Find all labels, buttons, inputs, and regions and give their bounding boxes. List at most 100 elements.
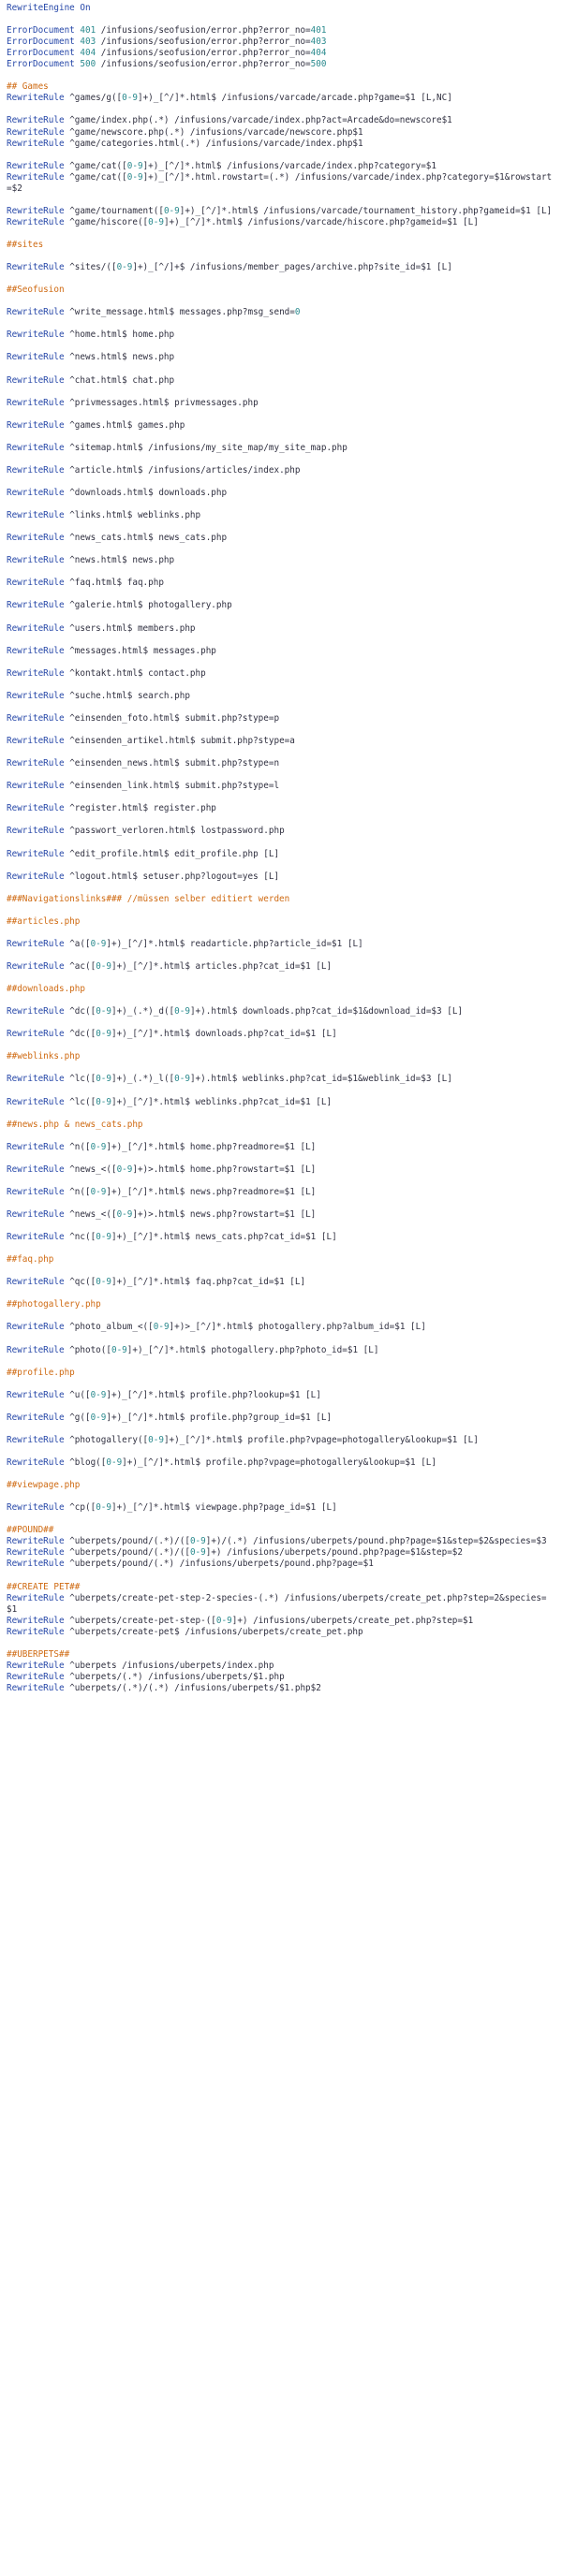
comment-line: ##weblinks.php (7, 1051, 555, 1062)
blank-line: ​ (7, 1514, 555, 1525)
code-comment: ##weblinks.php (7, 1051, 81, 1062)
code-text: ^news.html$ news.php (69, 555, 175, 566)
code-number: 0-9 (215, 1615, 232, 1626)
code-number: 0 (294, 307, 301, 318)
code-number: 0-9 (174, 1074, 190, 1085)
code-keyword: RewriteRule (7, 205, 65, 216)
htaccess-code-view: RewriteEngine On ​ ErrorDocument 401 /infu… (0, 0, 562, 1694)
code-text: ^messages.html$ messages.php (69, 645, 216, 656)
code-number: 403 (310, 37, 327, 48)
code-text: ^uberpets/(.*)/(.*) /infusions/uberpets/… (69, 1682, 321, 1693)
blank-line: ​ (7, 1108, 555, 1120)
directive-line: RewriteRule ^photo([0-9]+)_[^/]*.html$ p… (7, 1345, 555, 1356)
code-keyword: RewriteRule (7, 419, 65, 431)
code-comment: ##POUND## (7, 1525, 54, 1536)
code-text: ]+)_[^/]*.html$ faq.php?cat_id=$1 [L] (111, 1277, 306, 1288)
directive-line: RewriteRule ^einsenden_link.html$ submit… (7, 781, 555, 792)
code-comment: ##articles.php (7, 915, 81, 927)
directive-line: RewriteRule ^article.html$ /infusions/ar… (7, 465, 555, 476)
code-text: ]+)_[^/]*.html$ home.php?readmore=$1 [L] (106, 1141, 317, 1152)
code-text: ^blog([ (69, 1457, 107, 1469)
code-comment: ##faq.php (7, 1254, 54, 1266)
directive-line: RewriteRule ^game/newscore.php(.*) /infu… (7, 127, 555, 139)
code-keyword: RewriteRule (7, 1141, 65, 1152)
blank-line: ​ (7, 476, 555, 488)
directive-line: RewriteRule ^einsenden_artikel.html$ sub… (7, 736, 555, 747)
code-keyword: RewriteRule (7, 1434, 65, 1445)
code-text: ]+)_[^/]*.html$ weblinks.php?cat_id=$1 [… (111, 1096, 333, 1107)
code-text: ^galerie.html$ photogallery.php (69, 600, 232, 611)
code-text: ^news_cats.html$ news_cats.php (69, 533, 228, 544)
code-number: 0-9 (148, 216, 164, 227)
code-number: 0-9 (96, 1277, 111, 1288)
code-comment: ##photogallery.php (7, 1299, 101, 1310)
code-text: ]+) /infusions/uberpets/create_pet.php?s… (231, 1615, 474, 1626)
code-text: ]+)_[^/]*.html$ /infusions/varcade/arcad… (137, 93, 452, 104)
code-number: 0-9 (116, 1209, 133, 1221)
code-keyword: RewriteRule (7, 600, 65, 611)
code-text: ]+)_[^/]*.html$ profile.php?group_id=$1 … (106, 1412, 333, 1423)
directive-line: RewriteRule ^blog([0-9]+)_[^/]*.html$ pr… (7, 1457, 555, 1469)
code-keyword: RewriteRule (7, 1209, 65, 1221)
code-text: ]+)_[^/]*.html$ /infusions/varcade/hisco… (163, 216, 479, 227)
code-number: 0-9 (106, 1457, 123, 1469)
blank-line: ​ (7, 792, 555, 803)
directive-line: RewriteRule ^uberpets/(.*)/(.*) /infusio… (7, 1683, 555, 1694)
code-keyword: ErrorDocument (7, 59, 75, 70)
blank-line: ​ (7, 104, 555, 115)
comment-line: ##profile.php (7, 1368, 555, 1379)
code-comment: ##CREATE PET## (7, 1581, 81, 1592)
code-keyword: RewriteRule (7, 397, 65, 408)
code-number: 0-9 (153, 1322, 170, 1333)
code-text: /infusions/seofusion/error.php?error_no= (96, 48, 311, 59)
directive-line: RewriteRule ^news.html$ news.php (7, 555, 555, 566)
code-keyword: RewriteRule (7, 960, 65, 972)
directive-line: RewriteEngine On (7, 3, 555, 14)
code-text: ^uberpets/pound/(.*)/([ (69, 1547, 190, 1559)
directive-line: RewriteRule ^uberpets/pound/(.*)/([0-9]+… (7, 1547, 555, 1559)
blank-line: ​ (7, 499, 555, 510)
blank-line: ​ (7, 1062, 555, 1074)
code-text: ]+)_[^/]*.html$ /infusions/varcade/index… (142, 160, 437, 171)
code-number: 0-9 (90, 1141, 107, 1152)
comment-line: ##downloads.php (7, 984, 555, 995)
directive-line: RewriteRule ^uberpets/create-pet$ /infus… (7, 1627, 555, 1638)
blank-line: ​ (7, 1288, 555, 1299)
comment-line: ##news.php & news_cats.php (7, 1120, 555, 1131)
directive-line: RewriteRule ^suche.html$ search.php (7, 691, 555, 702)
code-text: /infusions/seofusion/error.php?error_no= (96, 37, 311, 48)
directive-line: RewriteRule ^links.html$ weblinks.php (7, 510, 555, 521)
code-keyword: RewriteRule (7, 307, 65, 318)
code-text: ^uberpets/pound/(.*)/([ (69, 1536, 190, 1547)
directive-line: RewriteRule ^einsenden_news.html$ submit… (7, 758, 555, 769)
code-keyword: RewriteRule (7, 262, 65, 273)
code-keyword: RewriteRule (7, 1186, 65, 1197)
code-text: ^u([ (69, 1389, 91, 1400)
blank-line: ​ (7, 1221, 555, 1232)
directive-line: ErrorDocument 500 /infusions/seofusion/e… (7, 59, 555, 70)
code-keyword: RewriteRule (7, 1232, 65, 1243)
code-number: 0-9 (96, 1096, 111, 1107)
code-keyword: RewriteRule (7, 1502, 65, 1514)
code-text: ^games.html$ games.php (69, 419, 185, 431)
blank-line: ​ (7, 1266, 555, 1277)
blank-line: ​ (7, 769, 555, 781)
blank-line: ​ (7, 680, 555, 691)
code-text: ^photo([ (69, 1344, 111, 1355)
blank-line: ​ (7, 521, 555, 533)
code-text: ^sitemap.html$ /infusions/my_site_map/my… (69, 442, 348, 453)
code-keyword: RewriteRule (7, 1096, 65, 1107)
blank-line: ​ (7, 883, 555, 894)
comment-line: ##CREATE PET## (7, 1582, 555, 1593)
blank-line: ​ (7, 1153, 555, 1164)
blank-line: ​ (7, 195, 555, 206)
code-text: ^ac([ (69, 960, 96, 972)
code-keyword: RewriteRule (7, 442, 65, 453)
code-text: ^register.html$ register.php (69, 803, 216, 814)
blank-line: ​ (7, 1491, 555, 1502)
blank-line: ​ (7, 905, 555, 916)
directive-line: RewriteRule ^lc([0-9]+)_[^/]*.html$ webl… (7, 1097, 555, 1108)
blank-line: ​ (7, 150, 555, 161)
blank-line: ​ (7, 657, 555, 668)
code-keyword: RewriteRule (7, 622, 65, 634)
